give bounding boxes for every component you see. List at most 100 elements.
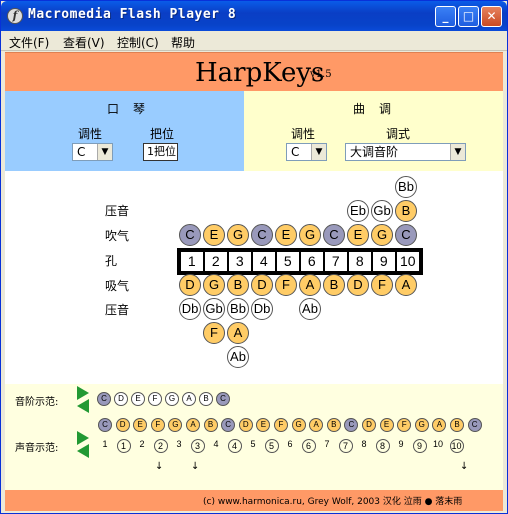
hole-number[interactable]: 3 — [228, 251, 252, 272]
sound-note[interactable]: B — [203, 418, 218, 432]
draw-bend-note[interactable]: Ab — [299, 298, 321, 320]
play-forward-icon[interactable] — [77, 431, 89, 445]
hole-number[interactable]: 5 — [276, 251, 300, 272]
sound-note[interactable]: C — [344, 418, 359, 432]
draw-bend-note[interactable]: A — [227, 322, 249, 344]
blow-note[interactable]: C — [251, 224, 273, 246]
chevron-down-icon: ▼ — [450, 144, 465, 160]
sound-note[interactable]: F — [150, 418, 165, 432]
blow-note[interactable]: E — [275, 224, 297, 246]
harmonica-key-label: 调性 — [78, 127, 103, 141]
play-backward-icon[interactable] — [77, 444, 89, 458]
sound-note[interactable]: C — [221, 418, 236, 432]
scale-note[interactable]: C — [216, 392, 230, 406]
hole-number[interactable]: 4 — [252, 251, 276, 272]
sound-note[interactable]: A — [309, 418, 324, 432]
draw-bend-note[interactable]: F — [203, 322, 225, 344]
sound-note[interactable]: A — [186, 418, 200, 432]
sound-note[interactable]: D — [362, 418, 376, 432]
hole-number[interactable]: 2 — [204, 251, 228, 272]
draw-bend-note[interactable]: Db — [179, 298, 201, 320]
blow-note[interactable]: G — [227, 224, 249, 246]
sound-hole-number: 5 — [264, 439, 279, 453]
harmonica-key-select[interactable]: C ▼ — [72, 143, 113, 161]
draw-note[interactable]: G — [203, 274, 225, 296]
menu-control[interactable]: 控制(C) — [117, 34, 159, 51]
sound-hole-number: 1 — [116, 439, 131, 453]
sound-hole-number: 3 — [190, 439, 205, 453]
hole-number[interactable]: 6 — [300, 251, 324, 272]
blow-bend-note[interactable]: Gb — [371, 200, 393, 222]
sound-note[interactable]: E — [256, 418, 271, 432]
scale-note[interactable]: E — [131, 392, 145, 406]
draw-note[interactable]: A — [395, 274, 417, 296]
draw-bend-note[interactable]: Ab — [227, 346, 249, 368]
sound-note[interactable]: C — [467, 418, 482, 432]
maximize-button[interactable]: □ — [458, 6, 479, 27]
tune-mode-select[interactable]: 大调音阶 ▼ — [345, 143, 466, 161]
hole-number[interactable]: 7 — [324, 251, 348, 272]
close-button[interactable]: ✕ — [481, 6, 502, 27]
chevron-down-icon: ▼ — [311, 144, 326, 160]
sound-hole-number: 6 — [301, 439, 316, 453]
blow-bend-note[interactable]: Eb — [347, 200, 369, 222]
scale-note[interactable]: G — [165, 392, 179, 406]
blow-note[interactable]: C — [395, 224, 417, 246]
blow-note[interactable]: E — [347, 224, 369, 246]
sound-note[interactable]: F — [397, 418, 412, 432]
draw-bend-note[interactable]: Bb — [227, 298, 249, 320]
draw-note[interactable]: B — [323, 274, 345, 296]
menu-help[interactable]: 帮助 — [171, 34, 195, 51]
sound-note[interactable]: G — [291, 418, 306, 432]
hole-number[interactable]: 10 — [396, 251, 420, 272]
blow-note[interactable]: G — [371, 224, 393, 246]
draw-bend-note[interactable]: Gb — [203, 298, 225, 320]
draw-note[interactable]: D — [347, 274, 369, 296]
sound-hole-number: 7 — [338, 439, 353, 453]
sound-note[interactable]: G — [168, 418, 183, 432]
hole-number[interactable]: 1 — [180, 251, 204, 272]
sound-note[interactable]: A — [432, 418, 447, 432]
scale-note[interactable]: F — [148, 392, 162, 406]
sound-note[interactable]: B — [450, 418, 464, 432]
blow-bend-note[interactable]: Bb — [395, 176, 417, 198]
draw-note[interactable]: D — [179, 274, 201, 296]
title-bar[interactable]: f Macromedia Flash Player 8 _ □ ✕ — [1, 1, 507, 31]
scale-note[interactable]: B — [199, 392, 213, 406]
sound-note[interactable]: E — [379, 418, 394, 432]
blow-bend-note[interactable]: B — [395, 200, 417, 222]
draw-note[interactable]: A — [299, 274, 321, 296]
sound-note[interactable]: B — [326, 418, 341, 432]
sound-note[interactable]: D — [115, 418, 130, 432]
sound-note[interactable]: E — [133, 418, 148, 432]
blow-note[interactable]: E — [203, 224, 225, 246]
scale-note[interactable]: D — [114, 392, 128, 406]
sound-note[interactable]: F — [274, 418, 288, 432]
draw-note[interactable]: F — [371, 274, 393, 296]
sound-note[interactable]: D — [238, 418, 253, 432]
draw-note[interactable]: D — [251, 274, 273, 296]
draw-note[interactable]: B — [227, 274, 249, 296]
flash-content: HarpKeys v1.5 口琴 调性 把位 C ▼ 1把位 曲调 调性 调式 … — [5, 52, 503, 511]
tune-key-select[interactable]: C ▼ — [286, 143, 327, 161]
blow-note[interactable]: C — [179, 224, 201, 246]
sound-note[interactable]: G — [414, 418, 429, 432]
minimize-button[interactable]: _ — [435, 6, 456, 27]
play-forward-icon[interactable] — [77, 386, 89, 400]
menu-bar: 文件(F) 查看(V) 控制(C) 帮助 — [1, 31, 507, 51]
menu-file[interactable]: 文件(F) — [9, 34, 49, 51]
play-backward-icon[interactable] — [77, 399, 89, 413]
menu-view[interactable]: 查看(V) — [63, 34, 105, 51]
blow-note[interactable]: C — [323, 224, 345, 246]
draw-note[interactable]: F — [275, 274, 297, 296]
hole-number[interactable]: 8 — [348, 251, 372, 272]
sound-hole-number: 10 — [432, 439, 443, 449]
sound-note[interactable]: C — [98, 418, 112, 432]
scale-note[interactable]: C — [97, 392, 111, 406]
scale-note[interactable]: A — [182, 392, 196, 406]
harmonica-position-field[interactable]: 1把位 — [143, 143, 178, 161]
hole-number[interactable]: 9 — [372, 251, 396, 272]
draw-bend-note[interactable]: Db — [251, 298, 273, 320]
blow-note[interactable]: G — [299, 224, 321, 246]
harmonica-panel-title: 口琴 — [107, 102, 160, 116]
